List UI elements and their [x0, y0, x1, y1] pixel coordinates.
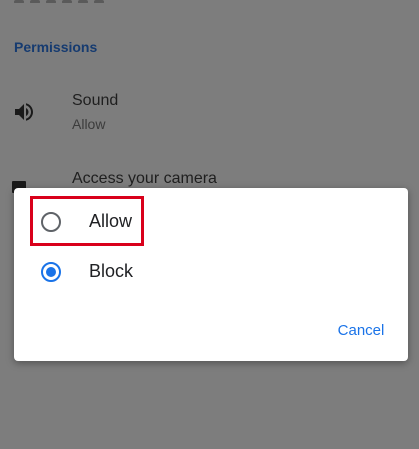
cut-off-text: [14, 0, 154, 3]
permissions-section-header: Permissions: [14, 39, 98, 55]
option-label-block: Block: [89, 261, 134, 281]
volume-icon: [15, 103, 33, 121]
permission-dialog: Allow Block Cancel: [14, 188, 408, 361]
permission-row-sound[interactable]: Sound Allow: [0, 92, 419, 136]
radio-checked-icon[interactable]: [41, 262, 61, 282]
highlight-box: [30, 196, 144, 246]
permission-title-camera: Access your camera: [72, 170, 217, 187]
permission-title-sound: Sound: [72, 92, 119, 109]
cancel-button[interactable]: Cancel: [329, 319, 393, 341]
option-block[interactable]: Block: [14, 249, 408, 295]
permission-value-sound: Allow: [72, 116, 106, 132]
